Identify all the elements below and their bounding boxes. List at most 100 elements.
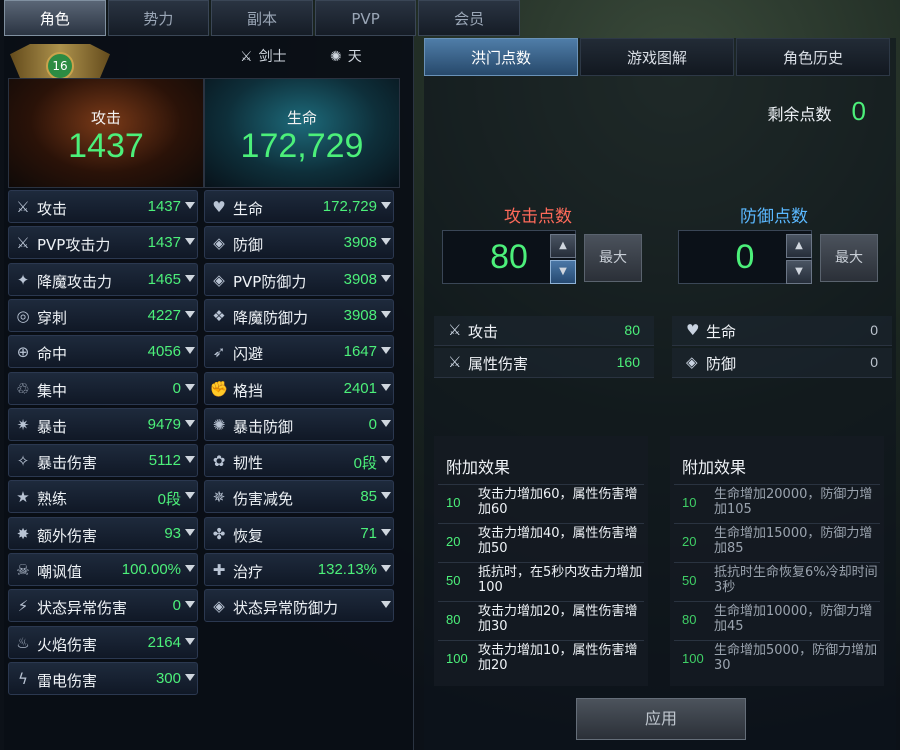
dropdown-arrow-icon[interactable] bbox=[185, 419, 195, 427]
stat-row[interactable]: ➶ 闪避 1647 bbox=[204, 335, 394, 369]
effect-text: 生命增加5000，防御力增加30 bbox=[714, 643, 878, 673]
tab-character-history[interactable]: 角色历史 bbox=[736, 38, 890, 76]
dropdown-arrow-icon[interactable] bbox=[185, 528, 195, 536]
stat-row[interactable]: ✊ 格挡 2401 bbox=[204, 371, 394, 405]
dropdown-arrow-icon[interactable] bbox=[381, 383, 391, 391]
effect-threshold: 80 bbox=[682, 612, 697, 627]
tab-dungeon[interactable]: 副本 bbox=[211, 0, 313, 36]
dropdown-arrow-icon[interactable] bbox=[185, 202, 195, 209]
stat-row[interactable]: ⚔ PVP攻击力 1437 bbox=[8, 226, 198, 260]
dropdown-arrow-icon[interactable] bbox=[185, 310, 195, 318]
defense-bonus-name: 防御 bbox=[706, 355, 737, 373]
stat-icon: ⊕ bbox=[16, 343, 30, 362]
stat-name: 状态异常防御力 bbox=[233, 599, 339, 618]
stat-row[interactable]: ϟ 雷电伤害 300 bbox=[8, 661, 198, 695]
stat-row[interactable]: ⚡ 状态异常伤害 0 bbox=[8, 589, 198, 623]
effect-text: 攻击力增加10，属性伤害增加20 bbox=[478, 643, 638, 673]
effect-text: 抵抗时，在5秒内攻击力增加100 bbox=[478, 565, 643, 595]
dropdown-arrow-icon[interactable] bbox=[381, 528, 391, 536]
dropdown-arrow-icon[interactable] bbox=[381, 238, 391, 246]
stat-name: 火焰伤害 bbox=[37, 635, 98, 654]
defense-max-button[interactable]: 最大 bbox=[820, 234, 878, 282]
stat-row[interactable]: ⚔ 攻击 1437 bbox=[8, 190, 198, 223]
stat-icon: ☠ bbox=[16, 561, 30, 579]
stat-icon: ➶ bbox=[212, 343, 226, 362]
dropdown-arrow-icon[interactable] bbox=[381, 492, 391, 500]
stat-value: 4227 bbox=[147, 306, 181, 324]
stat-row[interactable]: ♨ 火焰伤害 2164 bbox=[8, 625, 198, 659]
stat-row[interactable]: ★ 熟练 0段 bbox=[8, 480, 198, 514]
sword-icon: ⚔ bbox=[240, 49, 253, 65]
dropdown-arrow-icon[interactable] bbox=[381, 347, 391, 355]
dropdown-arrow-icon[interactable] bbox=[185, 238, 195, 246]
dropdown-arrow-icon[interactable] bbox=[185, 347, 195, 355]
attack-max-button[interactable]: 最大 bbox=[584, 234, 642, 282]
effect-text: 生命增加10000，防御力增加45 bbox=[714, 604, 873, 634]
dropdown-arrow-icon[interactable] bbox=[185, 274, 195, 282]
stat-row[interactable]: ✧ 暴击伤害 5112 bbox=[8, 444, 198, 478]
apply-button[interactable]: 应用 bbox=[576, 698, 746, 740]
stat-row[interactable]: ◈ PVP防御力 3908 bbox=[204, 262, 394, 296]
dropdown-arrow-icon[interactable] bbox=[185, 673, 195, 681]
stat-row[interactable]: ✷ 暴击 9479 bbox=[8, 407, 198, 441]
stat-row[interactable]: ♲ 集中 0 bbox=[8, 371, 198, 405]
stat-icon: ✵ bbox=[212, 488, 226, 507]
dropdown-arrow-icon[interactable] bbox=[185, 637, 195, 645]
dropdown-arrow-icon[interactable] bbox=[185, 492, 195, 500]
stat-row[interactable]: ✵ 伤害减免 85 bbox=[204, 480, 394, 514]
dropdown-arrow-icon[interactable] bbox=[381, 274, 391, 282]
stat-row[interactable]: ✺ 暴击防御 0 bbox=[204, 407, 394, 441]
dropdown-arrow-icon[interactable] bbox=[381, 419, 391, 427]
stat-row[interactable]: ◈ 状态异常防御力 bbox=[204, 589, 394, 623]
stat-row[interactable]: ✚ 治疗 132.13% bbox=[204, 553, 394, 586]
tab-faction[interactable]: 势力 bbox=[107, 0, 210, 36]
dropdown-arrow-icon[interactable] bbox=[381, 202, 391, 209]
stat-icon: ✺ bbox=[212, 415, 226, 434]
dropdown-arrow-icon[interactable] bbox=[381, 456, 391, 464]
points-tabs: 洪门点数 游戏图解 角色历史 bbox=[424, 38, 892, 76]
stat-value: 0段 bbox=[353, 455, 377, 473]
effect-threshold: 80 bbox=[446, 612, 461, 627]
stat-icon: ♲ bbox=[16, 379, 30, 398]
dropdown-arrow-icon[interactable] bbox=[381, 310, 391, 318]
defense-increase-button[interactable]: ▲ bbox=[786, 234, 812, 258]
attack-increase-button[interactable]: ▲ bbox=[550, 234, 576, 258]
effect-threshold: 50 bbox=[446, 573, 461, 588]
stat-row[interactable]: ◎ 穿刺 4227 bbox=[8, 298, 198, 332]
dropdown-arrow-icon[interactable] bbox=[381, 601, 391, 609]
element-damage-bonus-name: 属性伤害 bbox=[468, 355, 529, 373]
tab-game-guide[interactable]: 游戏图解 bbox=[580, 38, 734, 76]
attack-effects-panel: 附加效果 10 攻击力增加60，属性伤害增加60 20 攻击力增加40，属性伤害增加5… bbox=[434, 436, 648, 686]
stat-name: 防御 bbox=[233, 236, 264, 255]
dropdown-arrow-icon[interactable] bbox=[185, 565, 195, 572]
dropdown-arrow-icon[interactable] bbox=[381, 565, 391, 572]
attack-effects-title: 附加效果 bbox=[446, 458, 511, 477]
stat-row[interactable]: ❖ 降魔防御力 3908 bbox=[204, 298, 394, 332]
tab-character[interactable]: 角色 bbox=[4, 0, 106, 36]
tab-hongmen-points[interactable]: 洪门点数 bbox=[424, 38, 578, 76]
dropdown-arrow-icon[interactable] bbox=[185, 456, 195, 464]
stat-value: 93 bbox=[164, 524, 181, 542]
stat-row[interactable]: ✸ 额外伤害 93 bbox=[8, 516, 198, 550]
stat-row[interactable]: ✤ 恢复 71 bbox=[204, 516, 394, 550]
effect-row: 10 攻击力增加60，属性伤害增加60 bbox=[438, 484, 644, 520]
attack-decrease-button[interactable]: ▼ bbox=[550, 260, 576, 284]
effect-threshold: 10 bbox=[682, 495, 697, 510]
defense-decrease-button[interactable]: ▼ bbox=[786, 260, 812, 284]
stat-icon: ✤ bbox=[212, 524, 226, 543]
stat-row[interactable]: ✿ 韧性 0段 bbox=[204, 444, 394, 478]
tab-pvp[interactable]: PVP bbox=[314, 0, 417, 36]
stat-row[interactable]: ☠ 嘲讽值 100.00% bbox=[8, 553, 198, 586]
stat-row[interactable]: ⊕ 命中 4056 bbox=[8, 335, 198, 369]
stat-value: 85 bbox=[360, 488, 377, 506]
stat-name: 生命 bbox=[233, 200, 264, 218]
stat-row[interactable]: ✦ 降魔攻击力 1465 bbox=[8, 262, 198, 296]
tab-member[interactable]: 会员 bbox=[418, 0, 520, 36]
dropdown-arrow-icon[interactable] bbox=[185, 383, 195, 391]
stat-name: 闪避 bbox=[233, 345, 264, 364]
stat-row[interactable]: ◈ 防御 3908 bbox=[204, 226, 394, 260]
dropdown-arrow-icon[interactable] bbox=[185, 601, 195, 609]
stat-icon: ◈ bbox=[213, 234, 225, 253]
stat-icon: ★ bbox=[16, 488, 30, 507]
stat-row[interactable]: ♥ 生命 172,729 bbox=[204, 190, 394, 223]
